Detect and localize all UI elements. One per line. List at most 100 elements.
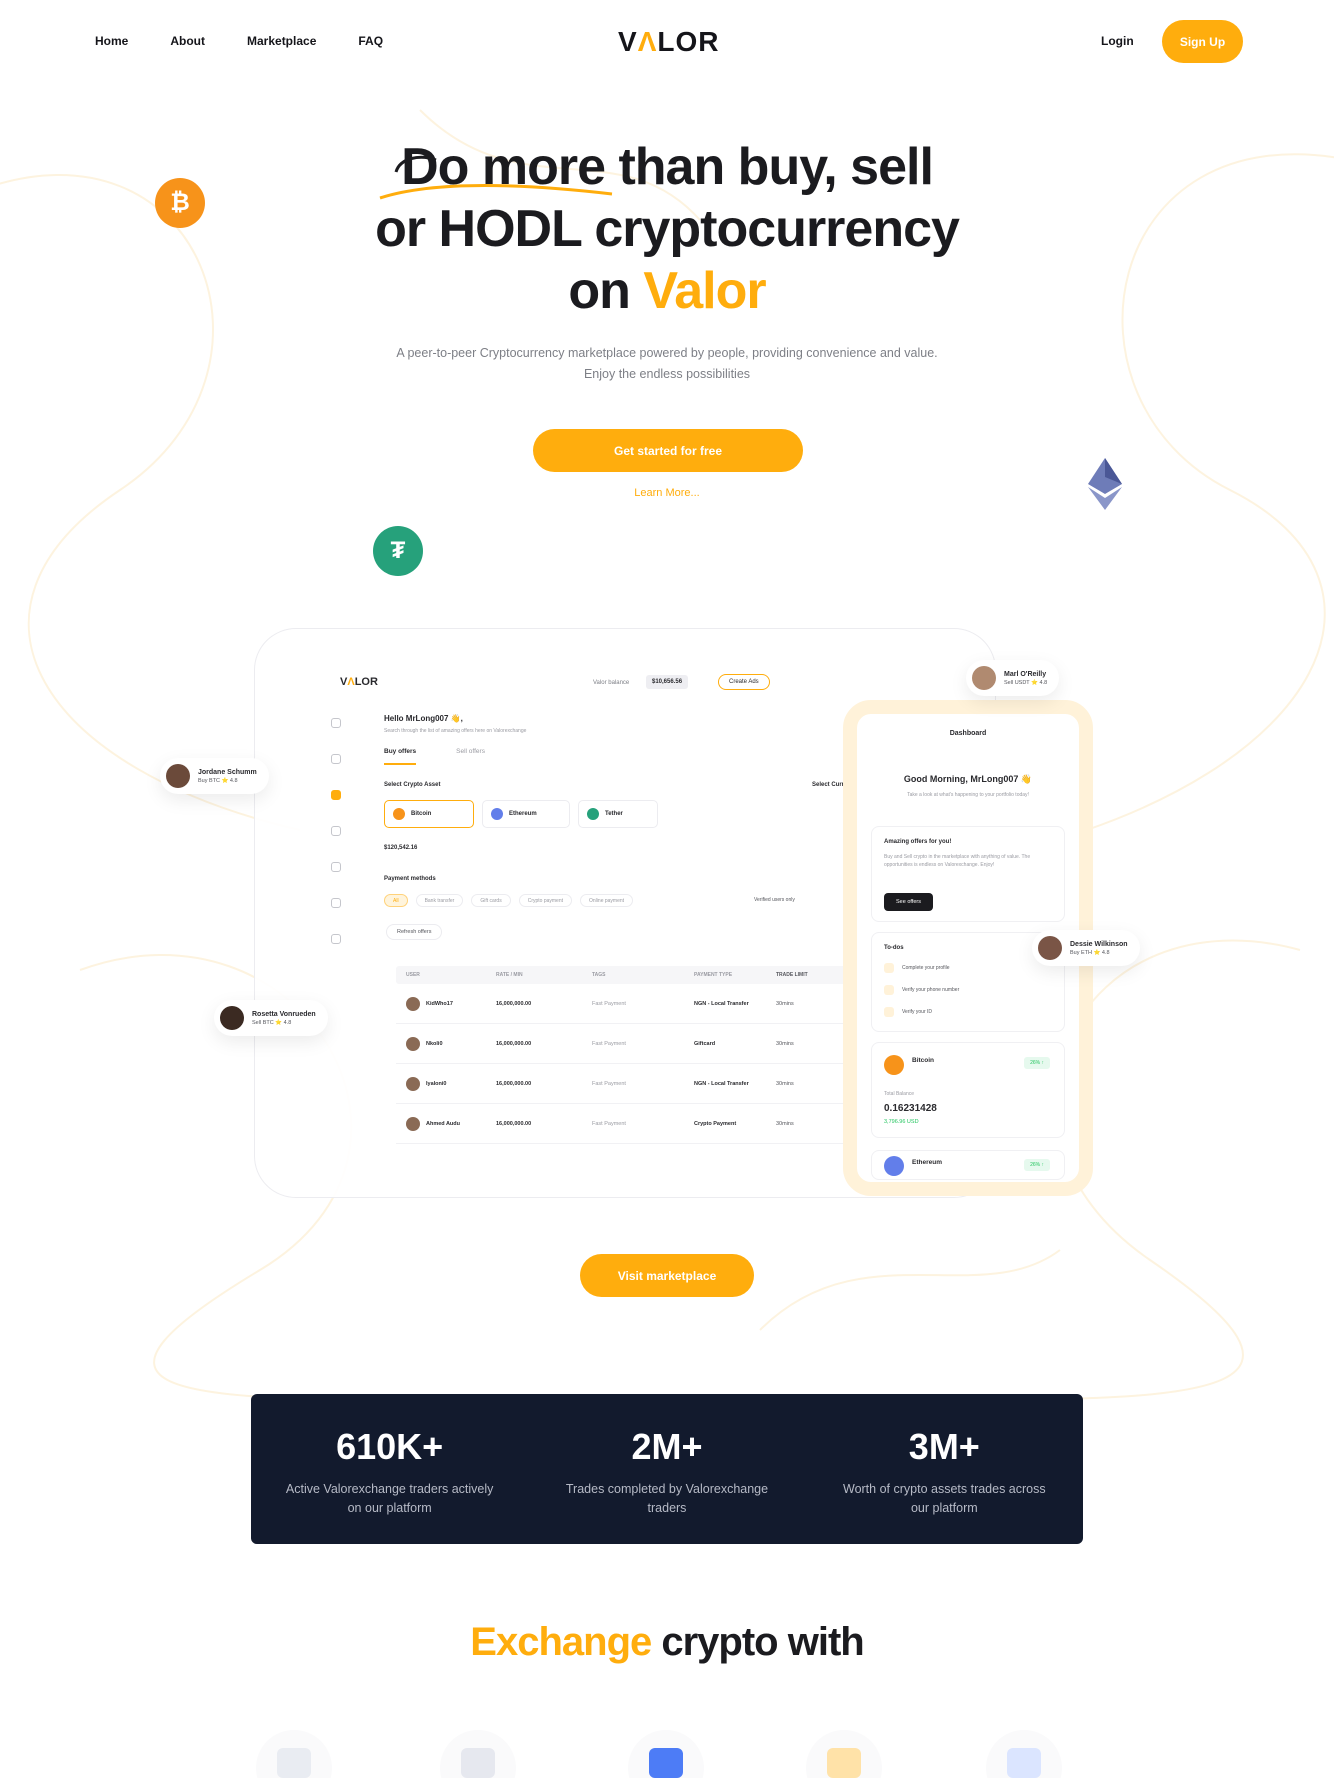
mock-cell-limit: 30mins <box>776 1040 794 1047</box>
valor-logo[interactable]: VΛLOR <box>618 26 719 58</box>
floating-user-card: Jordane Schumm Buy BTC ⭐ 4.8 <box>160 758 269 794</box>
user-card-text: Jordane Schumm Buy BTC ⭐ 4.8 <box>198 769 257 784</box>
top-navigation: Home About Marketplace FAQ VΛLOR Login S… <box>0 0 1334 84</box>
mock-balance-value: $10,656.56 <box>646 675 689 689</box>
mock-user-name: Iyaloni0 <box>426 1080 447 1087</box>
mock-cell-payment: NGN - Local Transfer <box>694 1080 749 1087</box>
card-icon <box>440 1730 516 1778</box>
mock-user-name: Nkoli0 <box>426 1040 443 1047</box>
avatar <box>406 996 420 1011</box>
mock-create-ads-button: Create Ads <box>718 674 770 690</box>
mock-greeting-sub: Search through the list of amazing offer… <box>384 728 527 734</box>
mock-payment-filters: All Bank transfer Gift cards Crypto paym… <box>384 894 634 907</box>
truck-icon <box>986 1730 1062 1778</box>
tether-icon: ₮ <box>373 526 423 576</box>
tag-icon-shape <box>649 1748 683 1778</box>
todo-icon <box>884 1007 894 1017</box>
avatar <box>1038 936 1062 960</box>
stat-label: Trades completed by Valorexchange trader… <box>565 1482 769 1515</box>
user-card-sub: Sell BTC ⭐ 4.8 <box>252 1019 292 1026</box>
floating-user-card: Marl O'Reilly Sell USDT ⭐ 4.8 <box>966 660 1060 696</box>
nav-marketplace[interactable]: Marketplace <box>247 34 316 48</box>
exchange-section-title: Exchange crypto with <box>300 1620 1034 1665</box>
mock-cell-limit: 30mins <box>776 1000 794 1007</box>
mock-nav-icon <box>331 718 341 728</box>
mock-cell-rate: 16,000,000.00 <box>496 1080 532 1087</box>
mock-tab-sell: Sell offers <box>456 748 485 755</box>
user-card-name: Marl O'Reilly <box>1004 670 1047 678</box>
nav-faq[interactable]: FAQ <box>358 34 383 48</box>
avatar <box>406 1076 420 1091</box>
mock-verified-only: Verified users only <box>754 897 795 903</box>
tether-icon <box>587 808 599 820</box>
visit-marketplace-button[interactable]: Visit marketplace <box>580 1254 754 1297</box>
mock-cell-limit: 30mins <box>776 1080 794 1087</box>
mock-cell-tags: Fast Payment <box>592 1080 626 1087</box>
dashboard-preview: VΛLOR Valor balance $10,656.56 Create Ad… <box>300 660 900 1180</box>
avatar <box>406 1116 420 1131</box>
stat-value: 610K+ <box>336 1426 444 1467</box>
mock-cell-rate: 16,000,000.00 <box>496 1000 532 1007</box>
mock-th-tags: TAGS <box>592 972 606 978</box>
mock-table-header: USER RATE / MIN TAGS PAYMENT TYPE TRADE … <box>396 966 876 984</box>
mock-cell-user: KidWho17 <box>396 996 496 1011</box>
mock-cell-user: Ahmed Audu <box>396 1116 496 1131</box>
crypto-icon <box>806 1730 882 1778</box>
mock-asset-name: Tether <box>605 811 623 817</box>
phone-todo-label: Verify your phone number <box>902 987 960 993</box>
stat-value: 2M+ <box>631 1426 703 1467</box>
stat-item: 2M+ Trades completed by Valorexchange tr… <box>528 1394 805 1544</box>
nav-about[interactable]: About <box>170 34 205 48</box>
mock-cell-user: Iyaloni0 <box>396 1076 496 1091</box>
stats-banner: 610K+ Active Valorexchange traders activ… <box>251 1394 1083 1544</box>
mock-cell-user: Nkoli0 <box>396 1036 496 1051</box>
stat-value: 3M+ <box>908 1426 980 1467</box>
mock-th-rate: RATE / MIN <box>496 972 523 978</box>
phone-todo-item: Verify your ID <box>884 1007 932 1017</box>
phone-todo-label: Verify your ID <box>902 1009 933 1015</box>
phone-total-balance-label: Total Balance <box>884 1091 915 1097</box>
mock-current-balance: $120,542.16 <box>384 845 418 851</box>
phone-bitcoin-card: Bitcoin 26% ↑ Total Balance 0.16231428 3… <box>871 1042 1065 1138</box>
bitcoin-icon <box>884 1055 904 1075</box>
table-row: Ahmed Audu 16,000,000.00 Fast Payment Cr… <box>396 1104 876 1144</box>
mock-cell-rate: 16,000,000.00 <box>496 1120 532 1127</box>
login-link[interactable]: Login <box>1101 34 1134 48</box>
user-card-sub: Sell USDT ⭐ 4.8 <box>1004 679 1048 686</box>
phone-offers-card: Amazing offers for you! Buy and Sell cry… <box>871 826 1065 922</box>
mock-refresh-offers: Refresh offers <box>386 924 443 940</box>
mock-nav-icon <box>331 898 341 908</box>
get-started-button[interactable]: Get started for free <box>533 429 803 472</box>
stat-item: 610K+ Active Valorexchange traders activ… <box>251 1394 528 1544</box>
mock-cell-payment: NGN - Local Transfer <box>694 1000 749 1007</box>
phone-coin-badge: 26% ↑ <box>1024 1159 1050 1171</box>
bitcoin-icon <box>393 808 405 820</box>
mock-asset-name: Ethereum <box>509 811 537 817</box>
phone-coin-usd: 3,796.96 USD <box>884 1119 919 1125</box>
signup-button[interactable]: Sign Up <box>1162 20 1243 63</box>
mock-offers-table: USER RATE / MIN TAGS PAYMENT TYPE TRADE … <box>396 966 876 1144</box>
user-card-sub: Buy ETH ⭐ 4.8 <box>1070 949 1110 956</box>
mock-nav-icon <box>331 934 341 944</box>
stat-item: 3M+ Worth of crypto assets trades across… <box>806 1394 1083 1544</box>
mock-th-payment: PAYMENT TYPE <box>694 972 733 978</box>
nav-home[interactable]: Home <box>95 34 128 48</box>
mock-payment-methods-label: Payment methods <box>384 876 436 882</box>
mock-asset-name: Bitcoin <box>411 811 432 817</box>
phone-offers-text: Buy and Sell crypto in the marketplace w… <box>884 854 1031 868</box>
exchange-methods-icons <box>0 1730 1334 1778</box>
mock-cell-tags: Fast Payment <box>592 1040 626 1047</box>
stat-label: Worth of crypto assets trades across our… <box>843 1482 1046 1515</box>
phone-title: Dashboard <box>949 730 987 737</box>
mock-nav-icon <box>331 862 341 872</box>
mock-logo: VΛLOR <box>340 676 378 688</box>
learn-more-link[interactable]: Learn More... <box>567 487 767 499</box>
hero-title-line2: or HODL cryptocurrency <box>375 200 960 258</box>
table-row: Iyaloni0 16,000,000.00 Fast Payment NGN … <box>396 1064 876 1104</box>
bank-icon <box>256 1730 332 1778</box>
phone-greeting: Good Morning, MrLong007 👋 <box>903 774 1033 784</box>
mock-asset-tether: Tether <box>578 800 658 828</box>
ethereum-icon <box>1088 458 1122 510</box>
phone-coin-amount: 0.16231428 <box>884 1103 937 1114</box>
mock-nav-icon-active <box>331 790 341 800</box>
